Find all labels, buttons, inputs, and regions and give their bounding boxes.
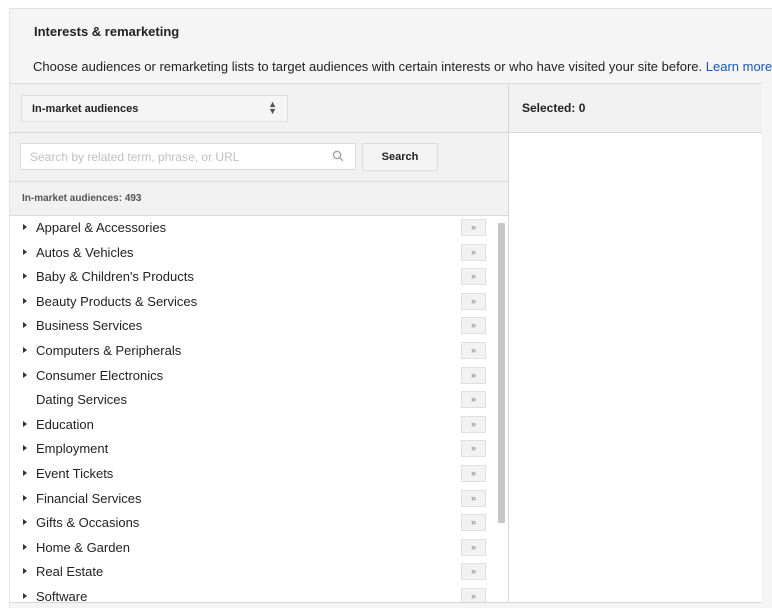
audience-type-value: In-market audiences bbox=[32, 103, 139, 115]
expand-triangle-icon[interactable] bbox=[23, 224, 27, 230]
expand-triangle-icon[interactable] bbox=[23, 347, 27, 353]
search-icon bbox=[332, 150, 344, 162]
selected-header: Selected: 0 bbox=[508, 84, 762, 133]
expand-triangle-icon[interactable] bbox=[23, 322, 27, 329]
audience-list-item[interactable]: Employment » bbox=[10, 437, 496, 462]
search-input[interactable] bbox=[20, 143, 356, 170]
audience-item-label: Employment bbox=[36, 441, 109, 457]
expand-triangle-icon[interactable] bbox=[23, 543, 27, 550]
audience-count: In-market audiences: 493 bbox=[10, 181, 508, 216]
audience-list-item[interactable]: Autos & Vehicles » bbox=[10, 241, 496, 266]
expand-triangle-icon[interactable] bbox=[23, 494, 27, 501]
add-audience-button[interactable]: » bbox=[461, 563, 486, 581]
selected-list bbox=[508, 133, 762, 603]
audience-item-label: Dating Services bbox=[36, 392, 128, 408]
add-audience-button[interactable]: » bbox=[461, 317, 486, 335]
picker-header: In-market audiences ▲ ▼ bbox=[10, 84, 508, 133]
audience-list-item[interactable]: Apparel & Accessories » bbox=[10, 216, 496, 241]
audience-list-item[interactable]: Business Services » bbox=[10, 314, 496, 339]
audience-list-item[interactable]: Beauty Products & Services » bbox=[10, 290, 496, 315]
audience-item-label: Baby & Children's Products bbox=[36, 269, 194, 285]
expand-triangle-icon[interactable] bbox=[23, 568, 27, 575]
add-audience-button[interactable]: » bbox=[461, 292, 486, 310]
add-audience-button[interactable]: » bbox=[461, 342, 486, 359]
expand-triangle-icon[interactable] bbox=[23, 445, 27, 452]
interests-remarketing-panel: Interests & remarketing Choose audiences… bbox=[9, 8, 772, 608]
audience-item-label: Consumer Electronics bbox=[36, 367, 164, 383]
audience-item-label: Education bbox=[36, 416, 94, 432]
audience-item-label: Apparel & Accessories bbox=[36, 220, 167, 235]
audience-list-item[interactable]: Consumer Electronics » bbox=[10, 364, 496, 389]
audience-item-label: Event Tickets bbox=[36, 466, 114, 481]
search-button[interactable]: Search bbox=[362, 143, 438, 171]
audience-list-item[interactable]: Baby & Children's Products » bbox=[10, 265, 496, 290]
audience-item-label: Autos & Vehicles bbox=[36, 244, 134, 260]
add-audience-button[interactable]: » bbox=[461, 440, 486, 458]
audience-item-label: Financial Services bbox=[36, 490, 142, 506]
search-row: Search bbox=[10, 133, 508, 181]
expand-triangle-icon[interactable] bbox=[23, 470, 27, 476]
add-audience-button[interactable]: » bbox=[461, 588, 486, 602]
add-audience-button[interactable]: » bbox=[461, 391, 486, 409]
audience-list-item[interactable]: Software » bbox=[10, 585, 496, 603]
expand-triangle-icon[interactable] bbox=[23, 420, 27, 427]
learn-more-link[interactable]: Learn more bbox=[706, 59, 772, 74]
audience-type-select[interactable]: In-market audiences ▲ ▼ bbox=[21, 95, 288, 122]
audience-item-label: Real Estate bbox=[36, 564, 104, 580]
expand-triangle-icon[interactable] bbox=[23, 519, 27, 526]
audience-item-label: Gifts & Occasions bbox=[36, 515, 140, 531]
audience-picker: In-market audiences ▲ ▼ Selected: 0 Searc… bbox=[10, 83, 762, 603]
add-audience-button[interactable]: » bbox=[461, 415, 486, 433]
audience-item-label: Software bbox=[36, 589, 88, 603]
audience-item-label: Beauty Products & Services bbox=[36, 293, 198, 309]
audience-item-label: Computers & Peripherals bbox=[36, 343, 182, 358]
audience-list-item[interactable]: Education » bbox=[10, 413, 496, 438]
audience-list-item[interactable]: Home & Garden » bbox=[10, 536, 496, 561]
add-audience-button[interactable]: » bbox=[461, 465, 486, 482]
expand-triangle-icon[interactable] bbox=[23, 371, 27, 378]
description-text: Choose audiences or remarketing lists to… bbox=[33, 59, 703, 74]
expand-triangle-icon[interactable] bbox=[23, 297, 27, 304]
expand-triangle-icon[interactable] bbox=[23, 273, 27, 280]
add-audience-button[interactable]: » bbox=[461, 243, 486, 261]
audience-list-item[interactable]: Dating Services » bbox=[10, 388, 496, 413]
expand-triangle-icon[interactable] bbox=[23, 248, 27, 255]
section-title: Interests & remarketing bbox=[34, 24, 180, 39]
add-audience-button[interactable]: » bbox=[461, 268, 486, 286]
audience-list-item[interactable]: Financial Services » bbox=[10, 487, 496, 512]
audience-item-label: Business Services bbox=[36, 318, 143, 334]
audience-list-item[interactable]: Real Estate » bbox=[10, 560, 496, 585]
add-audience-button[interactable]: » bbox=[461, 538, 486, 556]
section-description: Choose audiences or remarketing lists to… bbox=[33, 59, 772, 74]
add-audience-button[interactable]: » bbox=[461, 219, 486, 236]
list-scrollbar[interactable] bbox=[498, 223, 505, 523]
audience-item-label: Home & Garden bbox=[36, 539, 130, 555]
up-down-arrows-icon: ▲ ▼ bbox=[268, 99, 277, 116]
audience-list: Apparel & Accessories» Autos & Vehicles» B… bbox=[10, 216, 508, 603]
add-audience-button[interactable]: » bbox=[461, 514, 486, 532]
add-audience-button[interactable]: » bbox=[461, 366, 486, 384]
audience-list-item[interactable]: Event Tickets » bbox=[10, 462, 496, 487]
audience-list-item[interactable]: Gifts & Occasions » bbox=[10, 511, 496, 536]
audience-list-item[interactable]: Computers & Peripherals » bbox=[10, 339, 496, 364]
add-audience-button[interactable]: » bbox=[461, 489, 486, 507]
expand-triangle-icon[interactable] bbox=[23, 593, 27, 599]
